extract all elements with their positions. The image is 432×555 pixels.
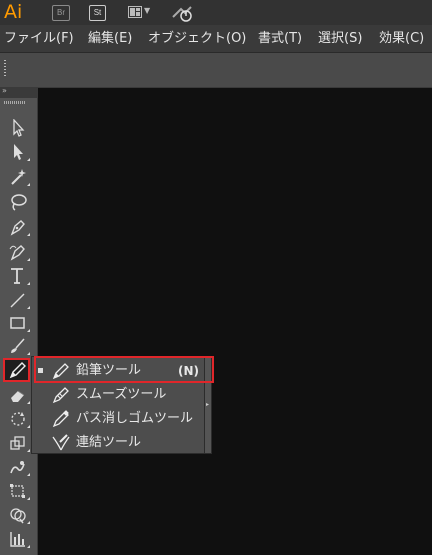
bar-graph-icon (10, 532, 25, 547)
type-t-icon (11, 268, 23, 284)
eraser-icon (11, 390, 25, 402)
flyout-item-smooth[interactable]: スムーズツール (32, 383, 204, 407)
selection-arrow-icon (13, 119, 25, 137)
paintbrush-tool[interactable] (3, 335, 33, 357)
layout-grid-icon[interactable] (128, 6, 142, 18)
line-segment-tool[interactable] (3, 289, 33, 311)
flyout-item-pencil[interactable]: 鉛筆ツール (N) (32, 359, 204, 383)
tearoff-arrow-icon[interactable]: ▸ (206, 401, 209, 408)
rotate-icon (11, 412, 25, 426)
rectangle-tool[interactable] (3, 312, 33, 334)
sync-icon[interactable] (171, 4, 195, 22)
pencil-icon (52, 363, 69, 380)
flyout-item-label: スムーズツール (76, 387, 167, 402)
artboard-canvas[interactable] (38, 88, 432, 555)
free-transform-tool[interactable] (3, 480, 33, 502)
menu-object[interactable]: オブジェクト(O) (148, 25, 246, 52)
chevron-down-icon[interactable]: ▼ (144, 6, 150, 15)
curvature-tool[interactable] (3, 241, 33, 263)
shortcut-label: (N) (178, 364, 200, 378)
direct-selection-icon (14, 144, 23, 160)
selected-indicator (38, 368, 43, 373)
menu-type[interactable]: 書式(T) (258, 25, 302, 52)
magic-wand-icon (11, 169, 26, 185)
flyout-item-label: パス消しゴムツール (76, 411, 194, 426)
warp-tool[interactable] (3, 456, 33, 478)
warp-icon (10, 461, 25, 474)
flyout-item-join[interactable]: 連結ツール (32, 431, 204, 455)
pencil-tool-flyout: 鉛筆ツール (N) スムーズツール パス消しゴムツール 連結ツール ▸ (31, 356, 212, 454)
pencil-icon (9, 362, 26, 379)
tools-panel: » (0, 86, 38, 555)
path-eraser-icon (52, 410, 69, 428)
direct-selection-tool[interactable] (3, 141, 33, 163)
flyout-item-path-eraser[interactable]: パス消しゴムツール (32, 407, 204, 431)
rotate-tool[interactable] (3, 408, 33, 430)
magic-wand-tool[interactable] (3, 166, 33, 188)
type-tool[interactable] (3, 265, 33, 287)
pencil-tool[interactable] (3, 358, 30, 382)
lasso-tool[interactable] (3, 191, 33, 213)
graph-tool[interactable] (3, 528, 33, 550)
flyout-item-label: 鉛筆ツール (76, 363, 142, 378)
bridge-button[interactable]: Br (52, 5, 70, 21)
paintbrush-icon (11, 338, 25, 353)
menu-file[interactable]: ファイル(F) (4, 25, 74, 52)
scale-icon (10, 436, 25, 450)
rectangle-icon (10, 317, 25, 329)
line-segment-icon (10, 293, 25, 308)
control-bar-grip[interactable] (4, 60, 6, 78)
selection-tool[interactable] (3, 117, 33, 139)
menu-select[interactable]: 選択(S) (318, 25, 362, 52)
scale-tool[interactable] (3, 432, 33, 454)
smooth-icon (52, 387, 69, 404)
shape-builder-tool[interactable] (3, 504, 33, 526)
pen-tool[interactable] (3, 216, 33, 238)
app-bar: Ai Br St ▼ (0, 0, 432, 25)
control-bar (0, 53, 432, 88)
join-icon (52, 434, 70, 451)
collapse-icon[interactable]: » (2, 86, 7, 95)
flyout-item-label: 連結ツール (76, 435, 142, 450)
app-logo: Ai (4, 1, 23, 23)
tools-panel-grip[interactable] (4, 101, 26, 104)
tools-panel-header[interactable]: » (0, 86, 37, 98)
pen-nib-icon (10, 220, 25, 236)
eraser-tool[interactable] (3, 384, 33, 406)
lasso-icon (11, 194, 27, 211)
shape-builder-icon (10, 508, 26, 524)
curvature-icon (9, 245, 25, 261)
menu-bar: ファイル(F) 編集(E) オブジェクト(O) 書式(T) 選択(S) 効果(C… (0, 25, 432, 53)
free-transform-icon (10, 484, 25, 498)
menu-edit[interactable]: 編集(E) (88, 25, 132, 52)
stock-button[interactable]: St (89, 5, 106, 21)
menu-effect[interactable]: 効果(C) (379, 25, 424, 52)
